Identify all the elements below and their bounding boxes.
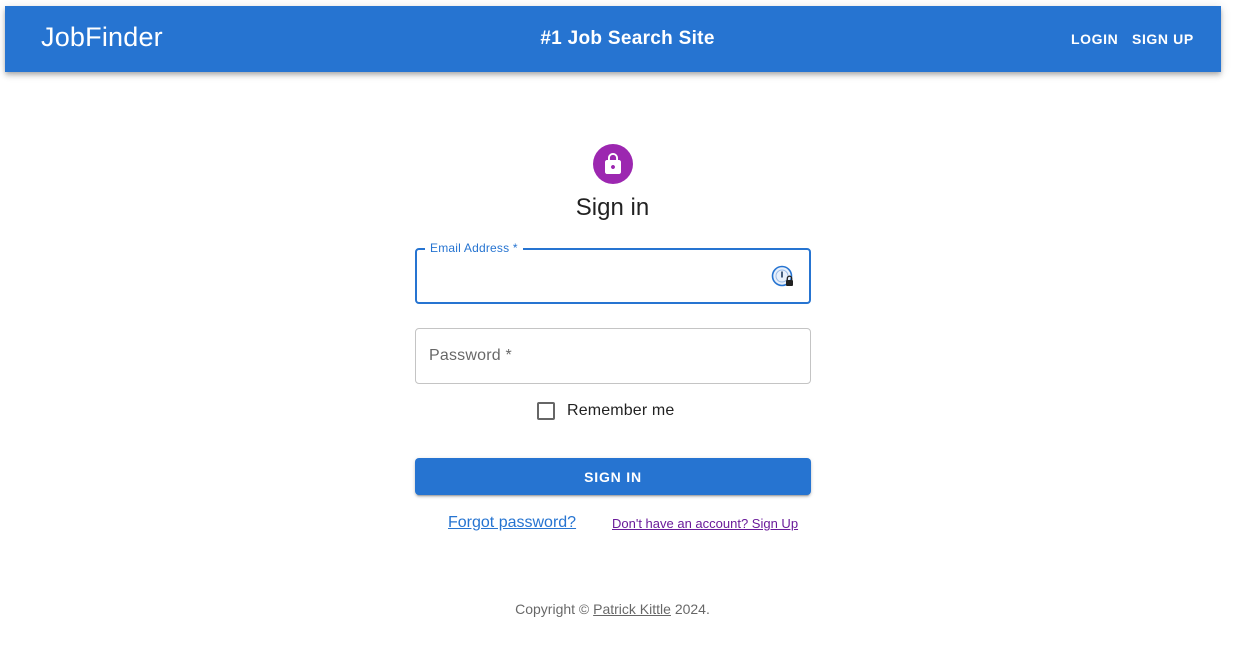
email-field[interactable]: Email Address * (415, 241, 811, 304)
copyright-suffix: 2024. (670, 601, 710, 617)
copyright-prefix: Copyright © (515, 601, 594, 617)
author-link[interactable]: Patrick Kittle (593, 601, 671, 617)
forgot-password-link[interactable]: Forgot password? (448, 514, 576, 532)
sign-in-button[interactable]: SIGN IN (415, 458, 811, 495)
lock-icon (605, 153, 621, 174)
email-input[interactable] (417, 250, 809, 302)
password-field[interactable]: Password * (415, 328, 811, 384)
avatar (593, 144, 633, 184)
password-input[interactable] (416, 329, 810, 383)
password-manager-icon[interactable] (771, 265, 795, 289)
copyright: Copyright © Patrick Kittle 2024. (0, 601, 1225, 617)
checkbox-box[interactable] (537, 402, 555, 420)
tagline: #1 Job Search Site (540, 28, 715, 49)
remember-me-checkbox[interactable]: Remember me (537, 402, 674, 420)
remember-me-label[interactable]: Remember me (567, 402, 674, 420)
signup-nav-button[interactable]: SIGN UP (1132, 31, 1194, 47)
login-nav-button[interactable]: LOGIN (1071, 31, 1118, 47)
signup-link[interactable]: Don't have an account? Sign Up (612, 516, 798, 531)
page-title: Sign in (575, 194, 650, 221)
app-bar: JobFinder #1 Job Search Site LOGIN SIGN … (5, 6, 1221, 72)
